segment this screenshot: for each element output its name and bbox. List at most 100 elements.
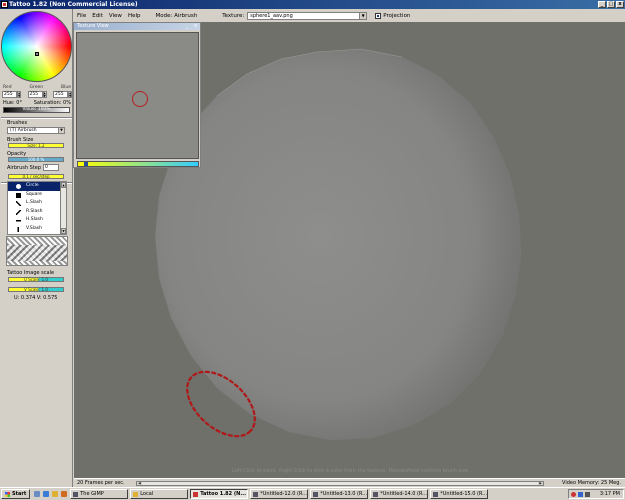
brush-item-lslash[interactable]: L.Slash <box>8 199 66 208</box>
opacity-slider[interactable]: 100.0 % <box>8 157 64 162</box>
v-scale-slider[interactable]: V Scale: 1.0 <box>8 287 64 292</box>
menu-edit[interactable]: Edit <box>89 13 106 19</box>
color-wheel-cursor[interactable] <box>35 52 39 56</box>
slider-thumb[interactable] <box>84 162 88 166</box>
brush-item-vslash[interactable]: V.Slash <box>8 225 66 234</box>
task-local[interactable]: Local <box>130 489 189 499</box>
sphere-surface[interactable] <box>154 48 522 441</box>
image-icon <box>313 491 319 497</box>
brush-shape-list[interactable]: Circle Square L.Slash R.Slash H.Slash V.… <box>7 181 67 235</box>
brush-item-rslash[interactable]: R.Slash <box>8 208 66 217</box>
airbrush-step-input[interactable]: 0 <box>43 164 59 171</box>
browser-icon[interactable] <box>43 491 50 497</box>
circle-brush-icon <box>16 184 21 189</box>
start-label: Start <box>12 491 27 497</box>
security-icon[interactable] <box>571 491 576 497</box>
texture-select[interactable]: sphere1_aav.png ▼ <box>247 11 368 20</box>
red-spinner: 255 ▲ ▼ <box>2 91 21 98</box>
texture-view-title: Texture View <box>77 23 109 29</box>
brush-item-circle[interactable]: Circle <box>8 182 66 191</box>
blue-input[interactable]: 255 <box>53 91 68 98</box>
task-label: Local <box>140 491 154 497</box>
brush-item-label: Square <box>26 191 42 197</box>
texture-canvas[interactable] <box>76 32 199 159</box>
maximize-button[interactable]: □ <box>607 1 615 8</box>
brush-item-square[interactable]: Square <box>8 191 66 200</box>
task-label: *Untitled-13.0 (R... <box>320 491 368 497</box>
u-scale-slider[interactable]: U Scale: 1.0 <box>8 277 64 282</box>
task-untitled-14[interactable]: *Untitled-14.0 (R... <box>370 489 429 499</box>
square-brush-icon <box>16 192 21 198</box>
media-icon[interactable] <box>61 491 68 497</box>
horizontal-scrollbar[interactable]: ◀ ▶ <box>136 481 544 486</box>
sphere-model[interactable] <box>149 46 524 441</box>
close-button[interactable]: x <box>616 1 624 8</box>
network-icon[interactable] <box>578 491 583 497</box>
menu-file[interactable]: File <box>74 13 89 19</box>
brush-size-slider[interactable]: Size: 1.2 <box>8 143 64 148</box>
image-icon <box>253 491 259 497</box>
projection-checkbox[interactable] <box>375 12 382 19</box>
brush-item-label: L.Slash <box>26 200 42 205</box>
brush-cursor-circle <box>132 91 148 107</box>
menu-help[interactable]: Help <box>125 13 144 19</box>
red-spin-arrows-icon[interactable]: ▲ ▼ <box>17 91 21 98</box>
brush-item-hslash[interactable]: H.Slash <box>8 216 66 225</box>
hue-readout: Hue: 0° <box>3 100 22 106</box>
windows-logo-icon <box>5 491 10 497</box>
texture-zoom-slider[interactable] <box>77 161 199 167</box>
start-button[interactable]: Start <box>1 489 31 499</box>
explorer-icon[interactable] <box>52 491 59 497</box>
scroll-right-icon[interactable]: ▶ <box>538 482 543 485</box>
uv-readout: U: 0.374 V: 0.575 <box>14 295 58 301</box>
green-spin-arrows-icon[interactable]: ▲ ▼ <box>42 91 47 98</box>
texture-view-window: Texture View _ x <box>73 22 201 168</box>
texture-view-titlebar[interactable]: Texture View _ x <box>74 23 200 30</box>
scroll-up-icon[interactable]: ▲ <box>61 182 66 188</box>
volume-icon[interactable] <box>585 491 590 497</box>
blue-spin-arrows-icon[interactable]: ▲ ▼ <box>68 91 72 98</box>
divider <box>1 117 72 119</box>
brush-item-label: H.Slash <box>26 217 43 222</box>
brush-type-dropdown[interactable]: (T) Airbrush ▼ <box>7 127 65 134</box>
tattoo-icon <box>193 491 199 497</box>
task-tattoo[interactable]: Tattoo 1.82 (N... <box>190 489 249 499</box>
scroll-left-icon[interactable]: ◀ <box>137 482 142 485</box>
quick-launch <box>34 491 68 497</box>
minimize-button[interactable]: _ <box>598 1 606 8</box>
red-label: Red <box>3 85 12 90</box>
menu-view[interactable]: View <box>106 13 125 19</box>
task-untitled-13[interactable]: *Untitled-13.0 (R... <box>310 489 369 499</box>
desktop-icon[interactable] <box>34 491 41 497</box>
window-title: Tattoo 1.82 (Non Commercial License) <box>9 1 138 8</box>
task-untitled-15[interactable]: *Untitled-15.0 (R... <box>430 489 489 499</box>
chevron-down-icon[interactable]: ▼ <box>359 12 367 19</box>
brush-pattern-preview[interactable] <box>6 236 68 266</box>
task-label: *Untitled-14.0 (R... <box>380 491 428 497</box>
image-icon <box>373 491 379 497</box>
task-gimp[interactable]: The GIMP <box>70 489 129 499</box>
brush-list-scrollbar[interactable]: ▲ ▼ <box>60 182 66 234</box>
rgb-labels: Red Green Blue <box>3 85 71 90</box>
task-untitled-12[interactable]: *Untitled-12.0 (R... <box>250 489 309 499</box>
texture-view-controls[interactable]: _ x <box>186 23 199 30</box>
brushes-heading: Brushes <box>7 120 28 126</box>
airbrush-step-label: Airbrush Step <box>7 165 42 171</box>
blue-label: Blue <box>61 85 71 90</box>
window-controls: _ □ x <box>598 1 624 8</box>
brush-type-value: (T) Airbrush <box>10 128 37 133</box>
status-bar: 20 Frames per sec. ◀ ▶ Video Memory: 25 … <box>74 478 625 487</box>
saturation-readout: Saturation: 0% <box>33 100 71 106</box>
task-label: *Untitled-12.0 (R... <box>260 491 308 497</box>
vertical-slash-brush-icon <box>16 226 21 232</box>
chevron-down-icon[interactable]: ▼ <box>58 128 64 133</box>
clock: 3:17 PM <box>599 491 620 497</box>
red-input[interactable]: 255 <box>2 91 17 98</box>
scroll-down-icon[interactable]: ▼ <box>61 228 66 234</box>
value-slider[interactable]: Value: 100% <box>3 107 70 113</box>
green-spinner: 255 ▲ ▼ <box>27 91 47 98</box>
color-wheel[interactable] <box>1 11 72 82</box>
blue-spinner: 255 ▲ ▼ <box>53 91 72 98</box>
green-input[interactable]: 255 <box>27 91 43 98</box>
airbrush-rate-slider[interactable]: 0.1 / sec/step <box>8 174 64 179</box>
